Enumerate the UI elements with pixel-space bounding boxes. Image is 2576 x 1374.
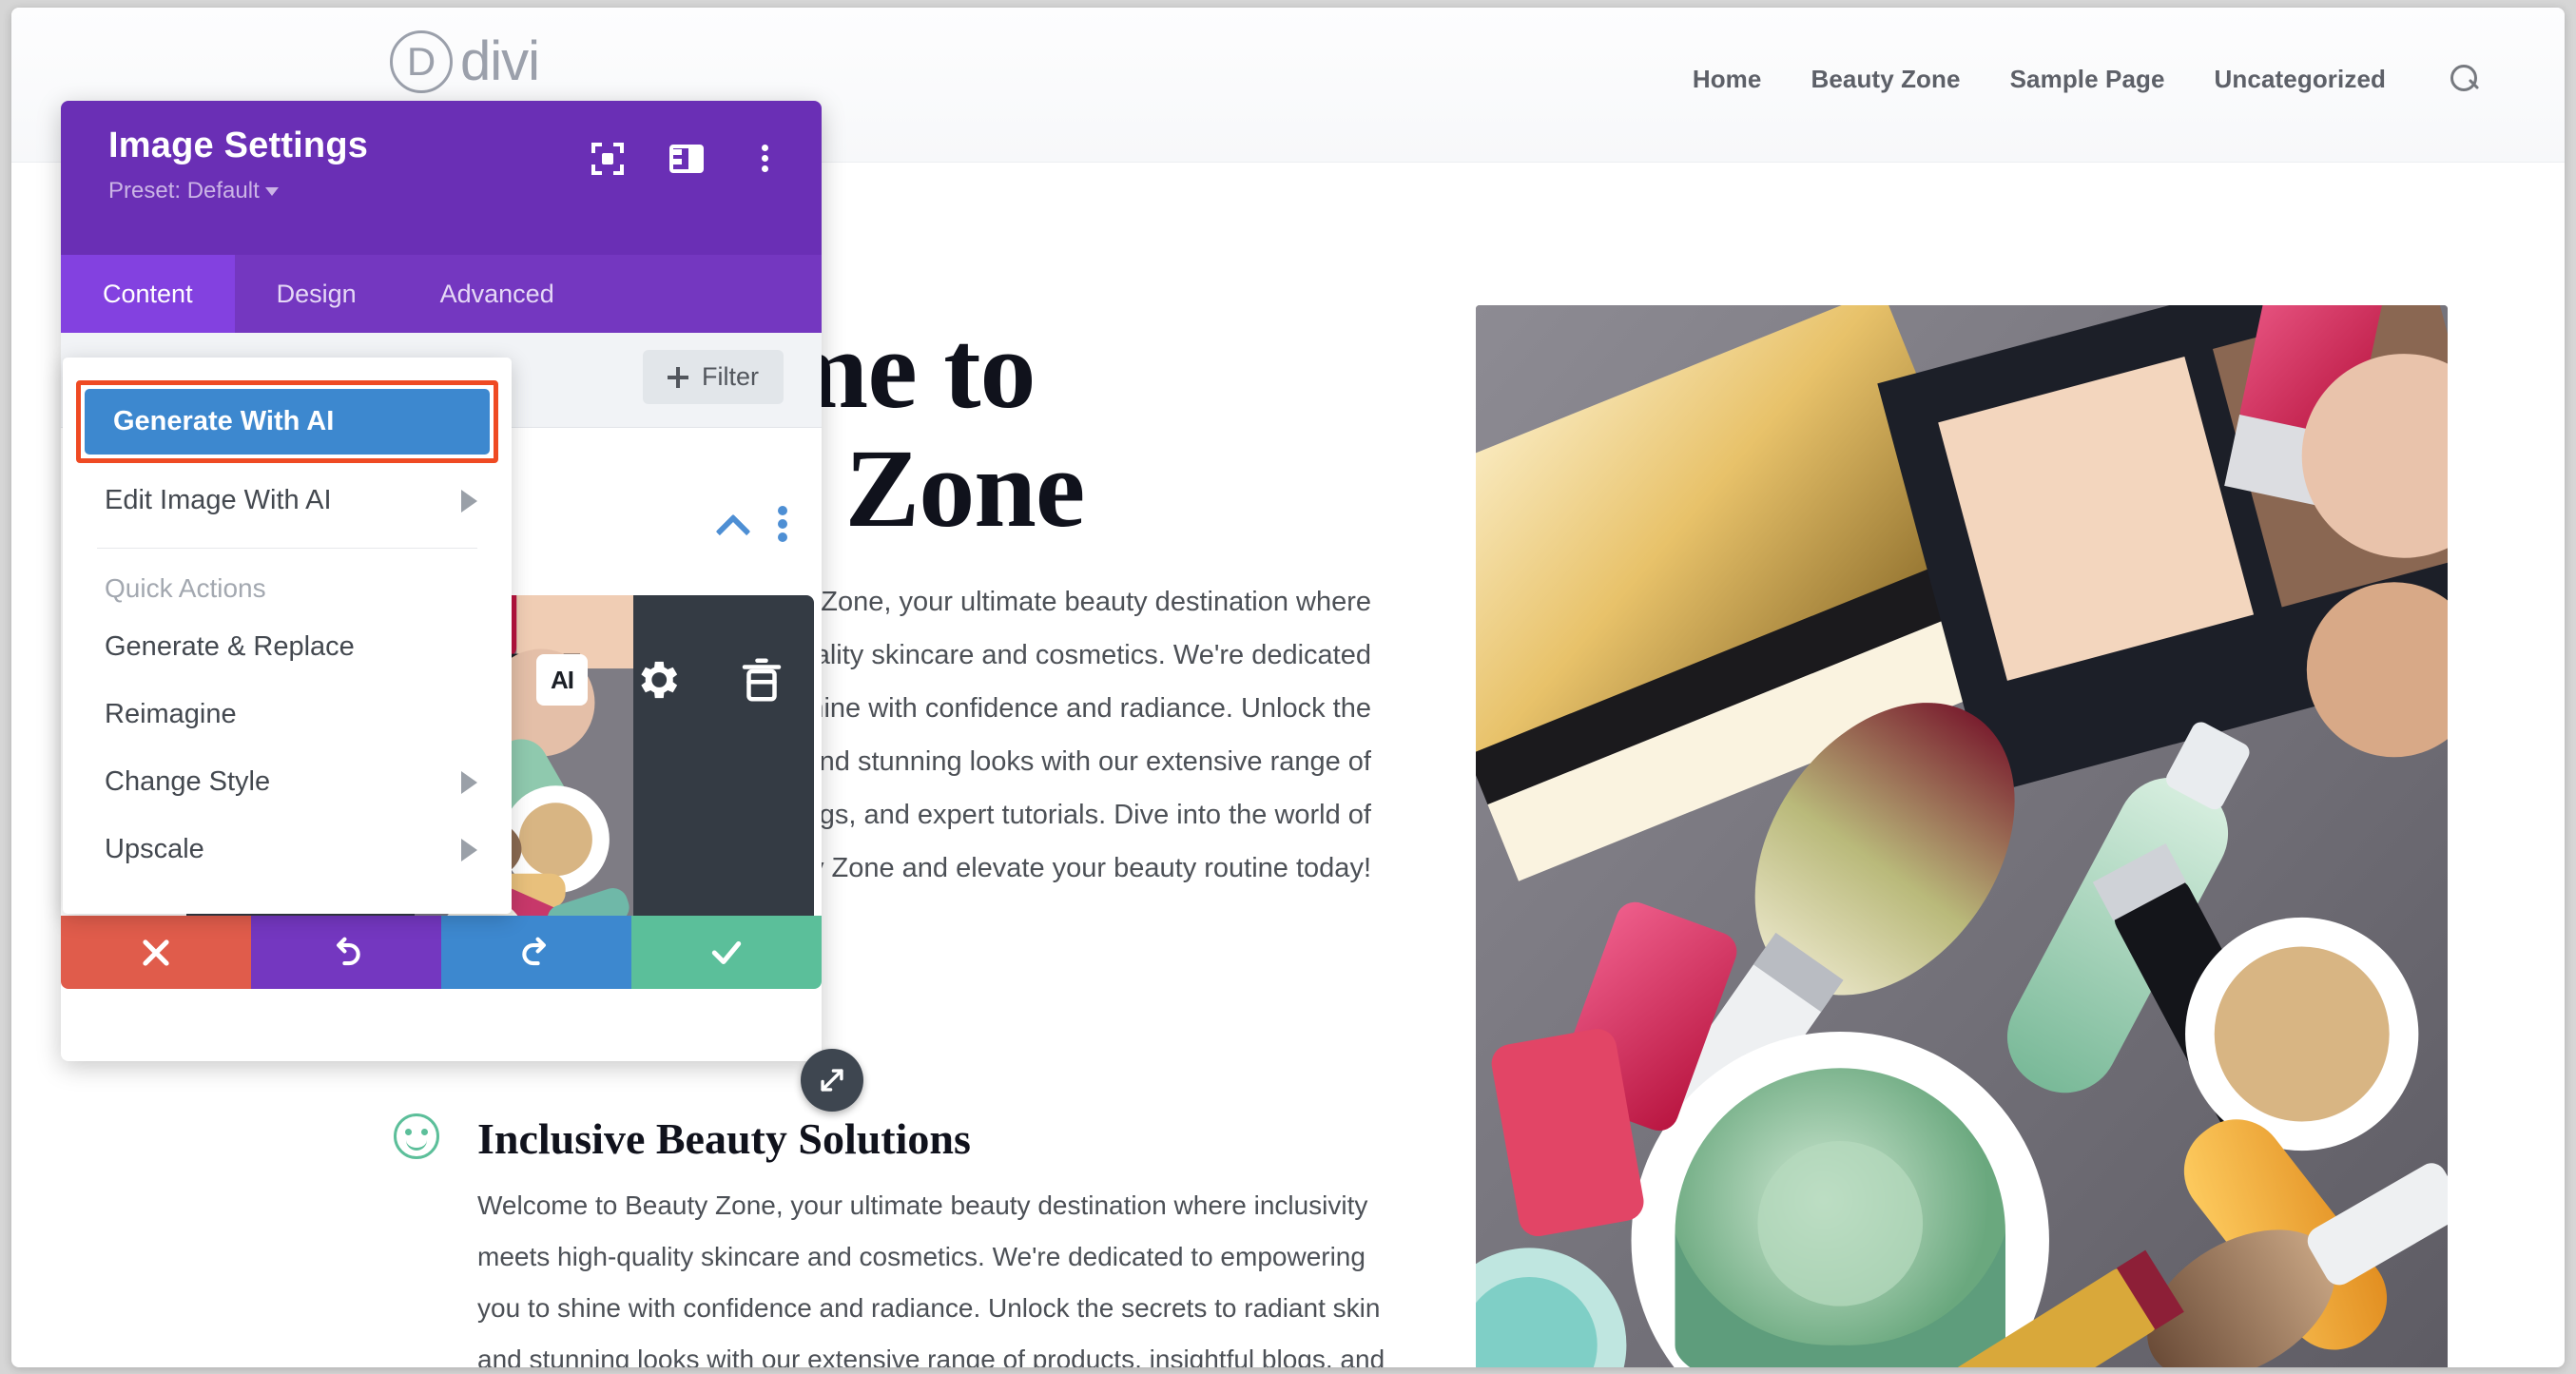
preset-selector[interactable]: Preset: Default (108, 178, 787, 204)
row-controls (717, 504, 789, 542)
menu-item-change-style[interactable]: Change Style (63, 748, 512, 816)
tab-content[interactable]: Content (61, 255, 235, 333)
gear-icon[interactable] (631, 654, 683, 706)
hero-image[interactable] (1476, 305, 2448, 1367)
plus-icon (668, 366, 688, 388)
nav-link-uncategorized[interactable]: Uncategorized (2215, 65, 2386, 94)
chevron-right-icon (461, 838, 477, 861)
divi-logo-mark: D (390, 30, 453, 93)
nav-link-sample-page[interactable]: Sample Page (2010, 65, 2165, 94)
ai-badge[interactable]: AI (536, 654, 588, 706)
menu-item-label: Reimagine (105, 699, 237, 729)
resize-diagonal-icon (821, 1069, 843, 1092)
filter-button-label: Filter (702, 362, 759, 391)
divi-logo[interactable]: D divi (390, 30, 540, 93)
section-paragraph: Welcome to Beauty Zone, your ultimate be… (477, 1190, 1385, 1367)
modal-header: Image Settings Preset: Default (61, 101, 822, 255)
resize-handle[interactable] (801, 1049, 863, 1112)
nav-link-beauty-zone[interactable]: Beauty Zone (1811, 65, 1960, 94)
menu-divider (97, 548, 477, 549)
preset-label: Preset: Default (108, 178, 260, 203)
check-icon (711, 940, 742, 964)
redo-icon (522, 937, 546, 965)
kebab-menu-icon[interactable] (749, 143, 782, 175)
modal-action-bar (61, 916, 822, 989)
trash-icon[interactable] (736, 654, 787, 706)
search-icon[interactable] (2449, 63, 2481, 95)
filter-button[interactable]: Filter (643, 350, 784, 404)
cancel-button[interactable] (61, 916, 251, 989)
chevron-down-icon (264, 187, 279, 197)
browser-viewport: D divi Home Beauty Zone Sample Page Unca… (11, 8, 2565, 1367)
edit-image-with-ai-item[interactable]: Edit Image With AI (63, 467, 512, 534)
edit-image-with-ai-label: Edit Image With AI (105, 485, 332, 515)
panel-layout-icon[interactable] (669, 145, 704, 173)
tab-design[interactable]: Design (235, 255, 398, 333)
chevron-up-icon[interactable] (717, 508, 747, 538)
modal-tabs: Content Design Advanced (61, 255, 822, 333)
chevron-right-icon (461, 489, 477, 513)
undo-icon (337, 937, 360, 965)
cosmetics-photo (1476, 305, 2448, 1367)
menu-item-label: Upscale (105, 834, 204, 864)
redo-button[interactable] (441, 916, 631, 989)
row-kebab-menu-icon[interactable] (778, 504, 789, 542)
menu-item-label: Change Style (105, 766, 271, 797)
menu-item-generate-replace[interactable]: Generate & Replace (63, 613, 512, 681)
main-navigation: Home Beauty Zone Sample Page Uncategoriz… (1693, 63, 2481, 95)
section-heading: Inclusive Beauty Solutions (477, 1114, 971, 1163)
modal-header-icons (591, 143, 782, 175)
undo-button[interactable] (251, 916, 441, 989)
close-icon (143, 939, 169, 966)
nav-link-home[interactable]: Home (1693, 65, 1762, 94)
menu-item-label: Generate & Replace (105, 631, 355, 662)
chevron-right-icon (461, 770, 477, 794)
smiley-icon (394, 1113, 439, 1159)
generate-with-ai-item[interactable]: Generate With AI (85, 389, 490, 455)
tab-advanced[interactable]: Advanced (398, 255, 596, 333)
save-button[interactable] (631, 916, 822, 989)
menu-item-reimagine[interactable]: Reimagine (63, 681, 512, 748)
menu-item-upscale[interactable]: Upscale (63, 816, 512, 883)
generate-with-ai-highlight: Generate With AI (76, 380, 498, 463)
menu-bottom-spacer (63, 883, 512, 893)
quick-actions-label: Quick Actions (105, 573, 266, 603)
divi-logo-text: divi (460, 30, 540, 92)
focus-icon[interactable] (591, 143, 624, 175)
ai-context-menu: Generate With AI Edit Image With AI Quic… (63, 358, 512, 914)
